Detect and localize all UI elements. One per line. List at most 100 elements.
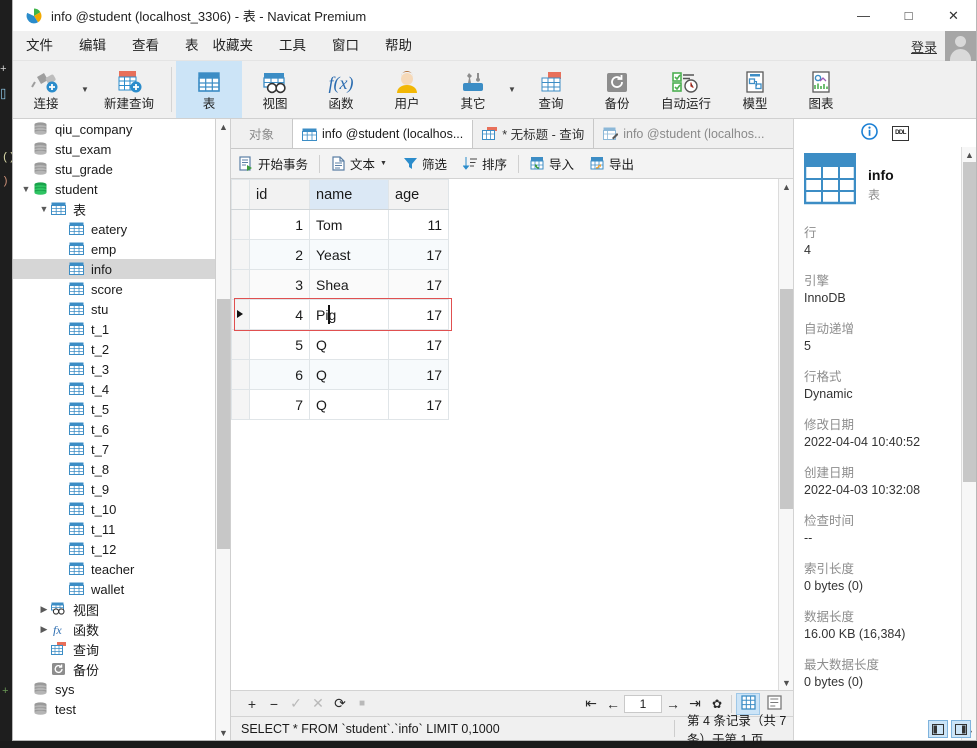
cell-id[interactable]: 3 xyxy=(250,270,310,300)
tree-item-qiu_company[interactable]: qiu_company xyxy=(13,119,215,139)
tree-item-eatery[interactable]: eatery xyxy=(13,219,215,239)
tree-item-[interactable]: 查询 xyxy=(13,639,215,659)
column-header-id[interactable]: id xyxy=(250,180,310,210)
info-panel-scrollbar[interactable]: ▲ ▼ xyxy=(961,147,976,740)
cell-age[interactable]: 17 xyxy=(389,270,449,300)
tree-item-stu_exam[interactable]: stu_exam xyxy=(13,139,215,159)
cell-name[interactable]: Q xyxy=(310,360,389,390)
chevron-down-icon[interactable]: ▼ xyxy=(37,204,51,214)
toolbar-user[interactable]: 用户 xyxy=(374,61,440,118)
tree-item-t_2[interactable]: t_2 xyxy=(13,339,215,359)
table-row[interactable]: 4Pig17 xyxy=(232,300,449,330)
cell-age[interactable]: 17 xyxy=(389,300,449,330)
menu-item-view[interactable]: 查看 xyxy=(119,31,172,61)
current-row-indicator[interactable] xyxy=(232,300,250,330)
cell-age[interactable]: 17 xyxy=(389,360,449,390)
tree-item-t_6[interactable]: t_6 xyxy=(13,419,215,439)
table-row[interactable]: 6Q17 xyxy=(232,360,449,390)
tree-item-t_5[interactable]: t_5 xyxy=(13,399,215,419)
toggle-left-panel-button[interactable] xyxy=(928,720,948,738)
cell-id[interactable]: 1 xyxy=(250,210,310,240)
toolbar-model[interactable]: 模型 xyxy=(722,61,788,118)
tree-item-t_1[interactable]: t_1 xyxy=(13,319,215,339)
tree-item-teacher[interactable]: teacher xyxy=(13,559,215,579)
ddl-icon[interactable]: DDL xyxy=(892,126,909,141)
navigation-tree[interactable]: qiu_company stu_exam stu_grade▼ student▼… xyxy=(13,119,216,740)
row-indicator[interactable] xyxy=(232,270,250,300)
grid-vertical-scrollbar[interactable]: ▲ ▼ xyxy=(778,179,793,690)
cell-name[interactable]: Yeast xyxy=(310,240,389,270)
delete-record-button[interactable]: − xyxy=(263,691,285,717)
connection-dropdown-caret-icon[interactable]: ▼ xyxy=(79,61,91,118)
avatar[interactable] xyxy=(945,31,976,61)
tree-item-[interactable]: 备份 xyxy=(13,659,215,679)
tree-item-t_9[interactable]: t_9 xyxy=(13,479,215,499)
toolbar-other[interactable]: 其它 xyxy=(440,61,506,118)
table-row[interactable]: 1Tom11 xyxy=(232,210,449,240)
chevron-down-icon[interactable]: ▼ xyxy=(19,184,33,194)
prev-page-button[interactable]: ← xyxy=(602,691,624,717)
menu-item-window[interactable]: 窗口 xyxy=(319,31,372,61)
toolbar-connection[interactable]: 连接 xyxy=(13,61,79,118)
menu-item-help[interactable]: 帮助 xyxy=(372,31,425,61)
tree-scroll-down-icon[interactable]: ▼ xyxy=(216,725,231,740)
cell-age[interactable]: 17 xyxy=(389,330,449,360)
tree-item-stu[interactable]: stu xyxy=(13,299,215,319)
close-button[interactable]: ✕ xyxy=(931,0,976,31)
page-number-input[interactable]: 1 xyxy=(624,695,662,713)
filter-button[interactable]: 筛选 xyxy=(395,149,455,179)
menu-item-edit[interactable]: 编辑 xyxy=(66,31,119,61)
data-grid[interactable]: idnameage 1Tom112Yeast173Shea174Pig175Q1… xyxy=(231,179,778,690)
table-row[interactable]: 3Shea17 xyxy=(232,270,449,300)
cell-name[interactable]: Pig xyxy=(310,300,389,330)
cell-age[interactable]: 11 xyxy=(389,210,449,240)
tree-scrollbar[interactable]: ▲ ▼ xyxy=(216,119,231,740)
toolbar-chart[interactable]: 图表 xyxy=(788,61,854,118)
cell-id[interactable]: 6 xyxy=(250,360,310,390)
tree-item-t_11[interactable]: t_11 xyxy=(13,519,215,539)
toolbar-automation[interactable]: 自动运行 xyxy=(650,61,722,118)
chevron-right-icon[interactable]: ▶ xyxy=(37,604,51,615)
discard-change-button[interactable]: ✕ xyxy=(307,691,329,717)
tree-item-[interactable]: ▶ 视图 xyxy=(13,599,215,619)
import-button[interactable]: 导入 xyxy=(522,149,582,179)
tree-item-t_10[interactable]: t_10 xyxy=(13,499,215,519)
cell-age[interactable]: 17 xyxy=(389,240,449,270)
row-indicator[interactable] xyxy=(232,390,250,420)
tab-info-table-data[interactable]: info @student (localhos... xyxy=(293,120,473,149)
tree-item-t_3[interactable]: t_3 xyxy=(13,359,215,379)
apply-change-button[interactable]: ✓ xyxy=(285,691,307,717)
menu-item-file[interactable]: 文件 xyxy=(13,31,66,61)
text-button[interactable]: 文本 ▼ xyxy=(323,149,395,179)
refresh-button[interactable]: ⟳ xyxy=(329,691,351,717)
toolbar-view[interactable]: 视图 xyxy=(242,61,308,118)
begin-transaction-button[interactable]: 开始事务 xyxy=(231,149,316,179)
tree-scroll-up-icon[interactable]: ▲ xyxy=(216,119,231,134)
cell-name[interactable]: Q xyxy=(310,390,389,420)
tab-untitled-query[interactable]: * 无标题 - 查询 xyxy=(473,119,594,148)
menu-item-table[interactable]: 表 xyxy=(172,31,207,61)
toolbar-function[interactable]: f(x) 函数 xyxy=(308,61,374,118)
sort-button[interactable]: 排序 xyxy=(455,149,515,179)
cell-id[interactable]: 7 xyxy=(250,390,310,420)
info-scroll-thumb[interactable] xyxy=(963,162,976,482)
tab-objects[interactable]: 对象 xyxy=(231,119,293,148)
tree-item-student[interactable]: ▼ student xyxy=(13,179,215,199)
row-indicator[interactable] xyxy=(232,360,250,390)
info-scroll-up-icon[interactable]: ▲ xyxy=(962,147,976,162)
tree-item-stu_grade[interactable]: stu_grade xyxy=(13,159,215,179)
tree-item-t_8[interactable]: t_8 xyxy=(13,459,215,479)
maximize-button[interactable]: □ xyxy=(886,0,931,31)
export-button[interactable]: 导出 xyxy=(582,149,642,179)
tab-info-table-design[interactable]: info @student (localhos... xyxy=(594,119,773,148)
row-indicator[interactable] xyxy=(232,210,250,240)
next-page-button[interactable]: → xyxy=(662,691,684,717)
cell-name[interactable]: Tom xyxy=(310,210,389,240)
grid-scroll-down-icon[interactable]: ▼ xyxy=(779,675,794,690)
chevron-right-icon[interactable]: ▶ xyxy=(37,624,51,635)
tree-item-[interactable]: ▶fx函数 xyxy=(13,619,215,639)
other-dropdown-caret-icon[interactable]: ▼ xyxy=(506,61,518,118)
add-record-button[interactable]: + xyxy=(241,691,263,717)
minimize-button[interactable]: — xyxy=(841,0,886,31)
grid-scroll-up-icon[interactable]: ▲ xyxy=(779,179,794,194)
